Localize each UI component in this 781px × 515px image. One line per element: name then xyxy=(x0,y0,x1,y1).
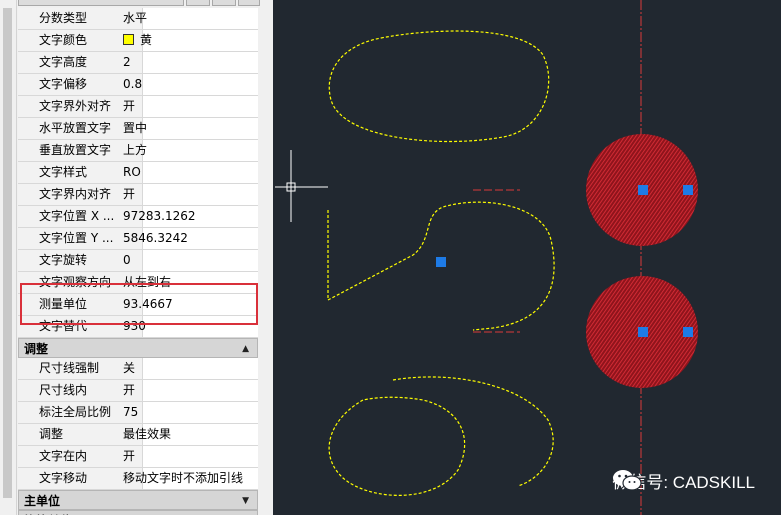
panel-tab-button[interactable] xyxy=(238,0,260,6)
property-value[interactable]: 最佳效果 xyxy=(123,424,256,445)
property-value[interactable]: 0 xyxy=(123,250,256,271)
property-row[interactable]: 文字位置 X ... 97283.1262 xyxy=(18,206,258,228)
property-row[interactable]: 尺寸线强制关 xyxy=(18,358,258,380)
property-row[interactable]: 文字高度 2 xyxy=(18,52,258,74)
scrollbar-thumb[interactable] xyxy=(3,8,12,498)
panel-tab-button[interactable] xyxy=(186,0,210,6)
grip-point[interactable] xyxy=(436,257,446,267)
section-header-alt-units[interactable]: 换算单位▼ xyxy=(18,510,258,515)
property-row[interactable]: 文字界外对齐开 xyxy=(18,96,258,118)
property-row[interactable]: 水平放置文字 置中 xyxy=(18,118,258,140)
property-row[interactable]: 文字样式 RO xyxy=(18,162,258,184)
highlight-box xyxy=(20,283,258,325)
property-value-text: 移动文字时不添加引线 xyxy=(123,471,244,485)
property-value[interactable]: 2 xyxy=(123,52,256,73)
property-value-text: RO xyxy=(123,165,141,179)
property-row[interactable]: 调整 最佳效果 xyxy=(18,424,258,446)
panel-tab[interactable] xyxy=(18,0,184,6)
property-value[interactable]: 上方 xyxy=(123,140,256,161)
section-toggle-arrow-icon[interactable]: ▼ xyxy=(242,491,249,511)
property-value[interactable]: 黄 xyxy=(123,30,256,51)
section-title: 调整 xyxy=(24,342,49,356)
panel-tab-button[interactable] xyxy=(212,0,236,6)
property-value-text: 关 xyxy=(123,361,136,375)
property-value[interactable]: 0.8 xyxy=(123,74,256,95)
property-value-text: 开 xyxy=(123,99,136,113)
property-row[interactable]: 文字位置 Y ... 5846.3242 xyxy=(18,228,258,250)
grip-point[interactable] xyxy=(683,327,693,337)
property-value-text: 最佳效果 xyxy=(123,427,172,441)
property-row[interactable]: 分数类型 水平 xyxy=(18,8,258,30)
property-value-text: 2 xyxy=(123,55,131,69)
property-value[interactable]: 97283.1262 xyxy=(123,206,256,227)
property-value-text: 开 xyxy=(123,449,136,463)
property-row[interactable]: 文字界内对齐开 xyxy=(18,184,258,206)
property-value-text: 开 xyxy=(123,187,136,201)
property-row[interactable]: 文字在内开 xyxy=(18,446,258,468)
property-row[interactable]: 文字颜色黄 xyxy=(18,30,258,52)
property-value-text: 0.8 xyxy=(123,77,143,91)
property-value[interactable]: 水平 xyxy=(123,8,256,29)
color-swatch xyxy=(123,34,134,45)
property-value[interactable]: 关 xyxy=(123,358,256,379)
property-value[interactable]: 开 xyxy=(123,96,256,117)
property-value-text: 开 xyxy=(123,383,136,397)
property-row[interactable]: 垂直放置文字 上方 xyxy=(18,140,258,162)
property-list: 分数类型 水平 文字颜色黄文字高度 2 文字偏移 0.8 文字界外对齐开水平放置文字 置中 垂直… xyxy=(18,8,258,515)
property-value-text: 黄 xyxy=(140,33,153,47)
property-value-text: 水平 xyxy=(123,11,148,25)
property-row[interactable]: 尺寸线内开 xyxy=(18,380,258,402)
property-value-text: 0 xyxy=(123,253,131,267)
dimension-text-digit-0 xyxy=(328,376,554,496)
grip-point[interactable] xyxy=(638,327,648,337)
property-value[interactable]: 开 xyxy=(123,184,256,205)
property-value[interactable]: 开 xyxy=(123,446,256,467)
panel-top-tabs xyxy=(18,0,260,6)
dimension-text-digit-9 xyxy=(328,30,550,143)
drawing-canvas[interactable]: 微信号: CADSKILL xyxy=(273,0,781,515)
section-header-adjust[interactable]: 调整 ▲ xyxy=(18,338,258,358)
property-value-text: 置中 xyxy=(123,121,148,135)
section-title: 主单位 xyxy=(24,494,61,508)
property-value[interactable]: RO xyxy=(123,162,256,183)
property-value-text: 97283.1262 xyxy=(123,209,196,223)
property-value[interactable]: 75 xyxy=(123,402,256,423)
property-value[interactable]: 开 xyxy=(123,380,256,401)
property-value[interactable]: 置中 xyxy=(123,118,256,139)
drawing-svg[interactable] xyxy=(273,0,781,515)
watermark: 微信号: CADSKILL xyxy=(612,468,755,493)
properties-scrollbar[interactable] xyxy=(0,0,17,515)
property-value-text: 上方 xyxy=(123,143,148,157)
property-row[interactable]: 文字旋转 0 xyxy=(18,250,258,272)
property-value-text: 5846.3242 xyxy=(123,231,188,245)
grip-point[interactable] xyxy=(683,185,693,195)
grip-point[interactable] xyxy=(638,185,648,195)
section-header-primary-units[interactable]: 主单位 ▼ xyxy=(18,490,258,510)
property-value[interactable]: 5846.3242 xyxy=(123,228,256,249)
crosshair-cursor xyxy=(275,150,328,222)
property-row[interactable]: 文字移动 移动文字时不添加引线 xyxy=(18,468,258,490)
property-row[interactable]: 文字偏移 0.8 xyxy=(18,74,258,96)
wechat-icon xyxy=(613,470,642,491)
property-value[interactable]: 移动文字时不添加引线 xyxy=(123,468,256,489)
section-toggle-arrow-icon[interactable]: ▼ xyxy=(242,511,249,515)
properties-panel: 分数类型 水平 文字颜色黄文字高度 2 文字偏移 0.8 文字界外对齐开水平放置文字 置中 垂直… xyxy=(0,0,273,515)
property-value-text: 75 xyxy=(123,405,139,419)
section-toggle-arrow-icon[interactable]: ▲ xyxy=(242,339,249,359)
property-row[interactable]: 标注全局比例 75 xyxy=(18,402,258,424)
